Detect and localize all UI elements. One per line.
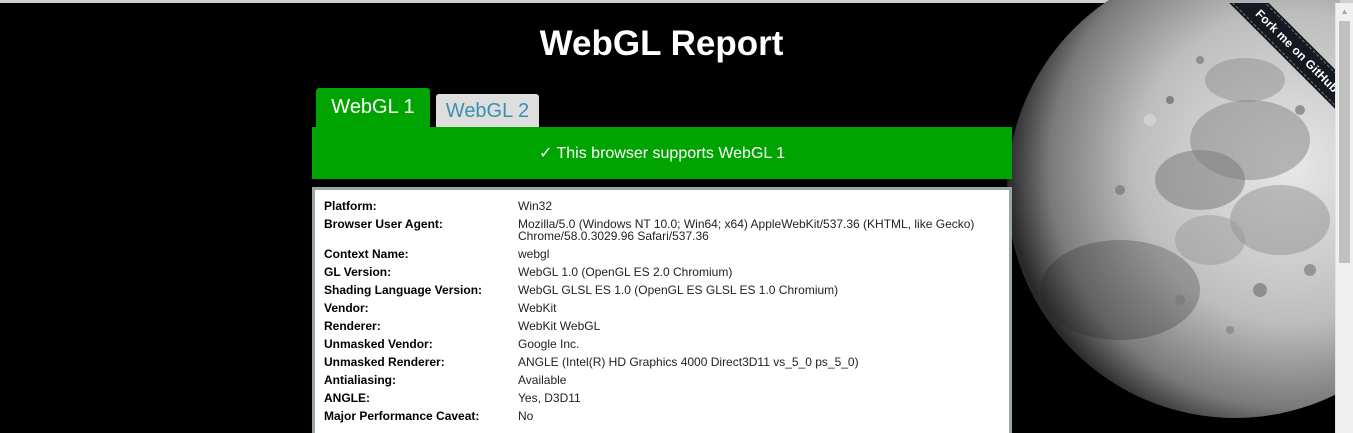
row-label: Major Performance Caveat:	[324, 409, 480, 423]
vertical-scrollbar[interactable]: ▲	[1335, 3, 1353, 433]
row-label: Antialiasing:	[324, 373, 397, 387]
page-title: WebGL Report	[539, 24, 784, 63]
report-row-gl-version: GL Version: WebGL 1.0 (OpenGL ES 2.0 Chr…	[324, 266, 1009, 278]
report-row-context-name: Context Name: webgl	[324, 248, 1009, 260]
report-row-vendor: Vendor: WebKit	[324, 302, 1009, 314]
row-label: Unmasked Renderer:	[324, 355, 445, 369]
row-label: Browser User Agent:	[324, 217, 443, 231]
scrollbar-thumb[interactable]	[1339, 21, 1350, 263]
report-panel: Platform: Win32 Browser User Agent: Mozi…	[312, 187, 1012, 433]
row-value: WebGL 1.0 (OpenGL ES 2.0 Chromium)	[518, 265, 733, 279]
row-value: Available	[518, 373, 567, 387]
row-value: ANGLE (Intel(R) HD Graphics 4000 Direct3…	[518, 355, 859, 369]
report-row-unmasked-vendor: Unmasked Vendor: Google Inc.	[324, 338, 1009, 350]
row-value: webgl	[518, 247, 550, 261]
row-value: Win32	[518, 199, 553, 213]
row-value: Yes, D3D11	[518, 391, 581, 405]
row-value: Mozilla/5.0 (Windows NT 10.0; Win64; x64…	[518, 217, 975, 243]
report-row-platform: Platform: Win32	[324, 200, 1009, 212]
row-value: WebGL GLSL ES 1.0 (OpenGL ES GLSL ES 1.0…	[518, 283, 839, 297]
support-banner: ✓ This browser supports WebGL 1	[312, 127, 1012, 179]
report-row-antialiasing: Antialiasing: Available	[324, 374, 1009, 386]
row-value: No	[518, 409, 534, 423]
row-label: Renderer:	[324, 319, 381, 333]
row-label: Vendor:	[324, 301, 369, 315]
row-label: ANGLE:	[324, 391, 370, 405]
report-row-shading-language: Shading Language Version: WebGL GLSL ES …	[324, 284, 1009, 296]
report-table: Platform: Win32 Browser User Agent: Mozi…	[324, 200, 1009, 428]
tab-webgl-1[interactable]: WebGL 1	[316, 88, 430, 128]
report-row-user-agent: Browser User Agent: Mozilla/5.0 (Windows…	[324, 218, 1009, 242]
report-row-unmasked-renderer: Unmasked Renderer: ANGLE (Intel(R) HD Gr…	[324, 356, 1009, 368]
row-label: GL Version:	[324, 265, 392, 279]
row-label: Context Name:	[324, 247, 409, 261]
report-row-performance-caveat: Major Performance Caveat: No	[324, 410, 1009, 422]
report-row-angle: ANGLE: Yes, D3D11	[324, 392, 1009, 404]
tab-webgl-2[interactable]: WebGL 2	[436, 94, 539, 128]
row-value: WebKit	[518, 301, 557, 315]
row-label: Platform:	[324, 199, 377, 213]
row-label: Unmasked Vendor:	[324, 337, 433, 351]
triangle-up-icon[interactable]: ▲	[1336, 3, 1353, 20]
page: Fork me on GitHub WebGL Report WebGL 1 W…	[0, 0, 1353, 433]
row-label: Shading Language Version:	[324, 283, 483, 297]
row-value: Google Inc.	[518, 337, 580, 351]
report-row-renderer: Renderer: WebKit WebGL	[324, 320, 1009, 332]
row-value: WebKit WebGL	[518, 319, 601, 333]
